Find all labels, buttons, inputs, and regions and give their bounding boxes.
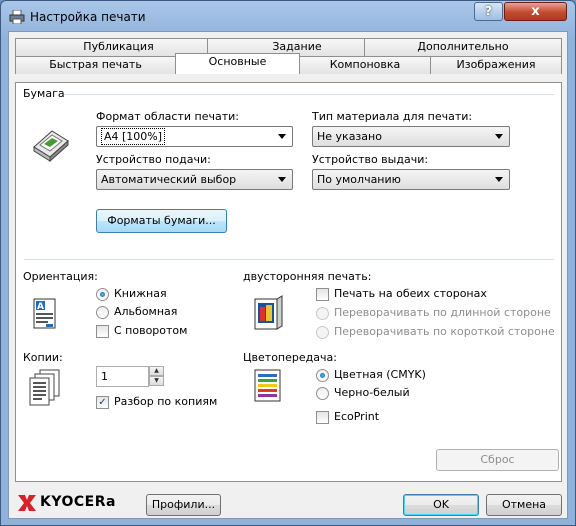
paper-sizes-button[interactable]: Форматы бумаги... xyxy=(96,209,227,233)
orientation-label: Ориентация: xyxy=(23,270,98,283)
portrait-radio[interactable] xyxy=(96,288,109,301)
paper-tray-icon xyxy=(33,130,69,163)
collate-checkbox[interactable]: ✓ xyxy=(96,396,109,409)
chevron-down-icon xyxy=(278,177,286,182)
chevron-down-icon xyxy=(495,134,503,139)
copies-label: Копии: xyxy=(23,351,63,364)
flip-long-edge-label[interactable]: Переворачивать по длинной стороне xyxy=(334,306,551,319)
color-cmyk-label[interactable]: Цветная (CMYK) xyxy=(334,368,426,381)
media-type-value: Не указано xyxy=(317,130,382,143)
print-area-dropdown[interactable]: A4 [100%] xyxy=(96,126,293,147)
paper-source-value: Автоматический выбор xyxy=(101,173,237,186)
media-type-label: Тип материала для печати: xyxy=(312,110,473,123)
landscape-radio[interactable] xyxy=(96,306,109,319)
ok-button[interactable]: OK xyxy=(403,494,479,516)
chevron-down-icon xyxy=(278,134,286,139)
tab-basic[interactable]: Основные xyxy=(175,53,300,74)
paper-source-label: Устройство подачи: xyxy=(96,153,211,166)
copies-input[interactable]: 1 xyxy=(96,366,149,387)
duplex-page-icon xyxy=(254,295,283,330)
dialog-client-area: Публикация Задание Дополнительно Быстрая… xyxy=(8,31,568,519)
copies-stepper[interactable]: ▲ ▼ xyxy=(149,366,164,387)
ecoprint-checkbox[interactable] xyxy=(316,411,329,424)
print-both-sides-checkbox[interactable] xyxy=(316,288,329,301)
paper-group-divider xyxy=(64,94,554,95)
tab-quick-print[interactable]: Быстрая печать xyxy=(15,56,176,74)
basic-tab-panel: Бумага Формат области печати: A4 [100%] … xyxy=(15,82,562,482)
printing-preferences-window: Настройка печати ? x Публикация Задание … xyxy=(0,0,576,526)
output-tray-dropdown[interactable]: По умолчанию xyxy=(312,169,510,190)
kyocera-logo: KYOCERa xyxy=(18,493,136,513)
copies-stack-icon xyxy=(29,369,60,406)
cancel-button[interactable]: Отмена xyxy=(486,494,562,516)
media-type-dropdown[interactable]: Не указано xyxy=(312,126,510,147)
paper-source-dropdown[interactable]: Автоматический выбор xyxy=(96,169,293,190)
profiles-button[interactable]: Профили... xyxy=(146,494,221,516)
ecoprint-label[interactable]: EcoPrint xyxy=(334,410,379,423)
rotated-label[interactable]: С поворотом xyxy=(114,324,187,337)
portrait-label[interactable]: Книжная xyxy=(114,287,167,300)
black-white-radio[interactable] xyxy=(316,387,329,400)
close-button[interactable]: x xyxy=(504,2,567,21)
color-mode-label: Цветопередача: xyxy=(243,351,337,364)
rotated-checkbox[interactable] xyxy=(96,325,109,338)
kyocera-mark-icon xyxy=(18,495,36,511)
black-white-label[interactable]: Черно-белый xyxy=(334,386,410,399)
color-cmyk-radio[interactable] xyxy=(316,369,329,382)
print-both-sides-label[interactable]: Печать на обеих сторонах xyxy=(334,287,487,300)
help-button[interactable]: ? xyxy=(474,2,503,21)
flip-short-edge-label[interactable]: Переворачивать по короткой стороне xyxy=(334,325,555,338)
kyocera-wordmark: KYOCERa xyxy=(40,494,116,510)
title-bar[interactable]: Настройка печати ? x xyxy=(1,1,575,31)
chevron-down-icon xyxy=(495,177,503,182)
print-area-label: Формат области печати: xyxy=(96,110,239,123)
tab-layout[interactable]: Компоновка xyxy=(299,56,431,74)
color-bars-icon xyxy=(254,369,281,402)
output-tray-value: По умолчанию xyxy=(317,173,401,186)
window-title: Настройка печати xyxy=(30,10,146,24)
stepper-up-icon[interactable]: ▲ xyxy=(149,366,164,376)
collate-label[interactable]: Разбор по копиям xyxy=(114,395,217,408)
paper-group-label: Бумага xyxy=(23,87,65,100)
reset-button[interactable]: Сброс xyxy=(436,449,559,471)
landscape-label[interactable]: Альбомная xyxy=(114,305,177,318)
flip-long-edge-radio[interactable] xyxy=(316,307,329,320)
duplex-label: двусторонняя печать: xyxy=(243,270,372,283)
flip-short-edge-radio[interactable] xyxy=(316,326,329,339)
stepper-down-icon[interactable]: ▼ xyxy=(149,376,164,386)
svg-text:A: A xyxy=(37,302,44,312)
printer-icon xyxy=(9,10,25,24)
tab-imaging[interactable]: Изображения xyxy=(430,56,562,74)
tab-advanced[interactable]: Дополнительно xyxy=(364,38,562,56)
print-area-value: A4 [100%] xyxy=(101,128,166,145)
output-tray-label: Устройство выдачи: xyxy=(312,153,429,166)
portrait-page-icon: A xyxy=(33,298,56,329)
section-divider xyxy=(24,259,554,260)
